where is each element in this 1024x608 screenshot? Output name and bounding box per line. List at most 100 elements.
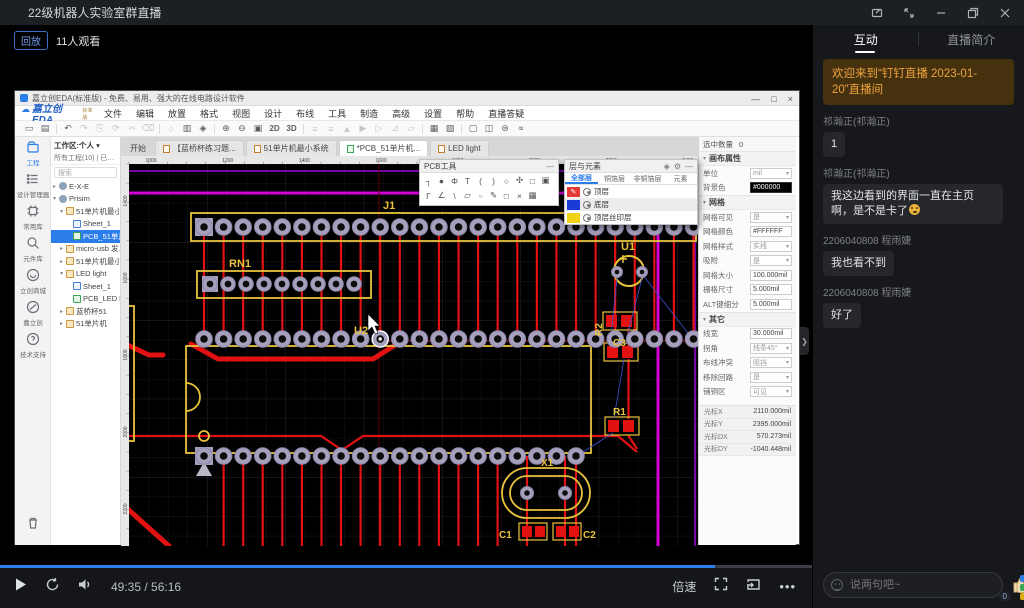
align-center-icon[interactable]: ≡ [323,122,339,135]
document-tab[interactable]: *PCB_51单片机... [339,140,429,156]
document-tab[interactable]: 【蓝桥杯练习题... [155,140,244,156]
minimize-icon[interactable] [930,3,952,23]
menubar-item[interactable]: 视图 [225,107,257,120]
pcb-tool-button[interactable]: Γ [422,188,435,203]
video-area[interactable]: 回放 11人观看 嘉立创EDA(标准版) - 免费、易用、强大的在线电路设计软件… [0,25,812,565]
project-tree-item[interactable]: Sheet_1 [51,218,120,231]
layer-row[interactable]: ✎顶层 [565,185,697,198]
document-tab[interactable]: 开始 [123,140,153,156]
tab-live-info[interactable]: 直播简介 [919,31,1024,48]
popout-icon[interactable] [866,3,888,23]
property-dropdown[interactable]: mil▾ [750,168,792,179]
tab-interact[interactable]: 互动 [813,31,919,48]
sidebar-item-1[interactable]: 工程 [15,137,51,169]
fullscreen-icon[interactable] [714,577,728,596]
pcb-tool-button[interactable]: ✣ [513,173,526,188]
pcb-tool-button[interactable]: ∠ [435,188,448,203]
layer-color-swatch[interactable]: ✎ [567,187,580,197]
menubar-item[interactable]: 帮助 [449,107,481,120]
menubar-item[interactable]: 工具 [321,107,353,120]
layer-tab[interactable]: 元素 [664,173,697,184]
eda-minimize-icon[interactable]: — [751,94,760,104]
project-tree-item[interactable]: Sheet_1 [51,280,120,293]
project-tree-item[interactable]: ▾51单片机最小… [51,205,120,218]
close-icon[interactable] [994,3,1016,23]
menubar-item[interactable]: 文件 [97,107,129,120]
property-input[interactable]: 100.000mil [750,270,792,281]
pcb-tool-button[interactable]: ▦ [526,188,539,203]
more-options-icon[interactable]: ••• [779,579,796,594]
cut-icon[interactable]: ✂ [124,122,140,135]
find-similar-icon[interactable]: ▥ [179,122,195,135]
zoom-in-icon[interactable]: ⊕ [218,122,234,135]
properties-section-header[interactable]: ▾画布属性 [699,151,796,166]
eda-close-icon[interactable]: × [788,94,793,104]
menubar-item[interactable]: 直播答疑 [481,107,531,120]
align-left-icon[interactable]: ≡ [307,122,323,135]
pcb-tool-button[interactable]: \ [448,188,461,203]
menubar-item[interactable]: 格式 [193,107,225,120]
pcb-tool-button[interactable]: ✎ [487,188,500,203]
layer-color-swatch[interactable] [567,213,580,223]
gear-icon[interactable]: ⚙ [674,162,681,171]
project-tree-item[interactable]: ▸51单片机 [51,318,120,331]
all-projects-label[interactable]: 所有工程(10) | 已… [51,152,120,165]
property-input[interactable]: #FFFFFF [750,226,792,237]
maximize-icon[interactable] [962,3,984,23]
property-dropdown[interactable]: 实线▾ [750,241,792,252]
project-tree-item[interactable]: ▾Prisim [51,193,120,206]
pcb-tool-button[interactable]: Φ [448,173,461,188]
property-input[interactable]: 5.000mil [750,299,792,310]
project-tree-item[interactable]: PCB_LED lig [51,293,120,306]
array-icon[interactable]: ▱ [403,122,419,135]
fullscreen-icon[interactable] [898,3,920,23]
preview-3d-icon[interactable]: ⊜ [497,122,513,135]
zoom-out-icon[interactable]: ⊖ [234,122,250,135]
play-icon[interactable] [14,577,27,597]
volume-icon[interactable] [78,578,93,596]
layer-row[interactable]: 顶层丝印层 [565,211,697,224]
menubar-item[interactable]: 设置 [417,107,449,120]
menubar-item[interactable]: 放置 [161,107,193,120]
pcb-tool-button[interactable]: ○ [500,173,513,188]
pcb-tool-button[interactable]: × [513,188,526,203]
theater-mode-icon[interactable] [746,578,761,596]
layer-tab[interactable]: 全部层 [565,173,598,184]
pcb-tool-button[interactable]: ┐ [422,173,435,188]
eye-visibility-icon[interactable] [583,214,591,222]
property-input[interactable]: 5.000mil [750,284,792,295]
eda-maximize-icon[interactable]: □ [771,94,776,104]
layer-tab[interactable]: 非铜箔层 [631,173,664,184]
replay-icon[interactable] [45,577,60,597]
minimize-panel-icon[interactable]: — [546,162,554,171]
layers-panel-titlebar[interactable]: 层与元素 ◈⚙— [565,160,697,173]
pcb-tool-button[interactable]: ▣ [539,173,552,188]
window-layout-icon[interactable]: ▢ [465,122,481,135]
property-dropdown[interactable]: 是▾ [750,255,792,266]
pin-icon[interactable]: ◈ [664,162,670,171]
property-input[interactable]: 30.000mil [750,328,792,339]
property-dropdown[interactable]: 是▾ [750,212,792,223]
rotate-icon[interactable]: ⟳ [108,122,124,135]
project-tree-item[interactable]: ▾LED light [51,268,120,281]
menubar-item[interactable]: 编辑 [129,107,161,120]
pcb-tool-button[interactable]: T [461,173,474,188]
project-tree-item[interactable]: ▸蓝桥杯51 [51,305,120,318]
project-tree-item[interactable]: ▸micro-usb 发… [51,243,120,256]
progress-bar[interactable] [0,565,812,568]
delete-icon[interactable]: ⌫ [140,122,156,135]
redo-icon[interactable]: ↷ [76,122,92,135]
view-2d-button[interactable]: 2D [266,122,283,135]
copy-icon[interactable]: ⎘ [92,122,108,135]
pcb-tool-button[interactable]: ▱ [461,188,474,203]
menubar-item[interactable]: 设计 [257,107,289,120]
property-input[interactable]: #000000 [750,182,792,193]
drc-icon[interactable]: ▦ [426,122,442,135]
distribute-v-icon[interactable]: ▷ [371,122,387,135]
property-dropdown[interactable]: 阻挡▾ [750,357,792,368]
document-tab[interactable]: LED light [430,140,488,156]
reaction-bar[interactable] [1020,575,1024,600]
distribute-icon[interactable]: ▶ [355,122,371,135]
sidebar-item-6[interactable]: 嘉立创 [15,297,51,329]
chat-input[interactable] [823,572,1003,598]
